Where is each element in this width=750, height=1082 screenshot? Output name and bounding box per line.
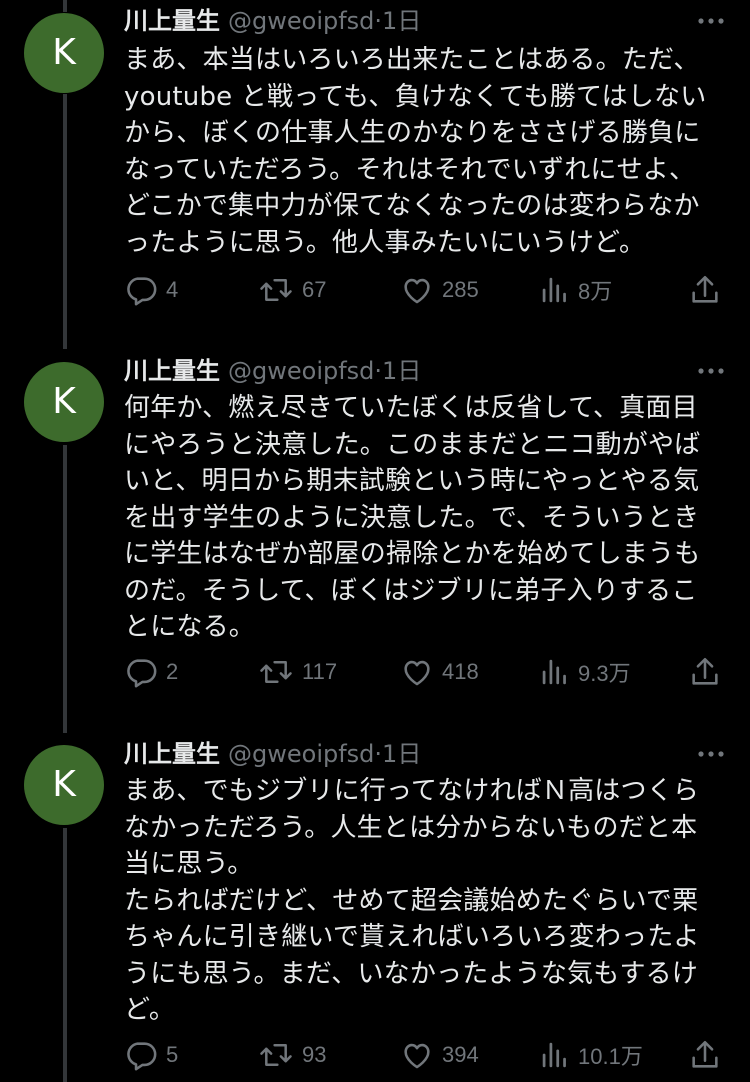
reply-icon bbox=[124, 273, 158, 307]
reply-count: 5 bbox=[166, 1042, 179, 1067]
retweet-button[interactable]: 93 bbox=[258, 1035, 326, 1075]
views-count: 10.1万 bbox=[578, 1044, 643, 1069]
more-icon[interactable] bbox=[696, 4, 726, 38]
tweet-header: 川上量生 @gweoipfsd·1日 bbox=[124, 354, 726, 388]
more-icon[interactable] bbox=[696, 737, 726, 771]
views-button[interactable]: 9.3万 bbox=[540, 652, 631, 692]
retweet-count: 67 bbox=[302, 277, 327, 302]
retweet-icon bbox=[258, 273, 294, 307]
share-button[interactable] bbox=[688, 270, 722, 310]
like-count: 418 bbox=[442, 659, 479, 684]
like-button[interactable]: 394 bbox=[400, 1035, 479, 1075]
separator-dot: · bbox=[374, 357, 383, 385]
views-icon bbox=[540, 273, 570, 307]
like-icon bbox=[400, 273, 434, 307]
tweet-header: 川上量生 @gweoipfsd·1日 bbox=[124, 4, 726, 38]
reply-count: 2 bbox=[166, 659, 179, 684]
tweet[interactable]: K 川上量生 @gweoipfsd·1日 何年か、燃え尽きていたぼくは反省して、真… bbox=[0, 350, 750, 733]
author-handle[interactable]: @gweoipfsd bbox=[228, 357, 374, 385]
more-icon[interactable] bbox=[696, 354, 726, 388]
share-icon bbox=[688, 1038, 722, 1072]
views-icon bbox=[540, 1038, 570, 1072]
timestamp[interactable]: 1日 bbox=[382, 357, 421, 385]
share-icon bbox=[688, 655, 722, 689]
retweet-count: 93 bbox=[302, 1042, 327, 1067]
like-count: 394 bbox=[442, 1042, 479, 1067]
avatar[interactable]: K bbox=[24, 362, 104, 442]
author-name[interactable]: 川上量生 bbox=[124, 7, 220, 35]
timestamp[interactable]: 1日 bbox=[382, 740, 421, 768]
retweet-icon bbox=[258, 655, 294, 689]
author-handle[interactable]: @gweoipfsd bbox=[228, 740, 374, 768]
tweet-actions: 4 67 285 8万 bbox=[124, 270, 724, 310]
reply-count: 4 bbox=[166, 277, 179, 302]
reply-icon bbox=[124, 1038, 158, 1072]
views-button[interactable]: 8万 bbox=[540, 270, 612, 310]
retweet-button[interactable]: 117 bbox=[258, 652, 337, 692]
views-button[interactable]: 10.1万 bbox=[540, 1035, 643, 1075]
like-button[interactable]: 285 bbox=[400, 270, 479, 310]
tweet[interactable]: K 川上量生 @gweoipfsd·1日 まあ、でもジブリに行ってなければＮ高はつ… bbox=[0, 733, 750, 1082]
tweet-text: まあ、でもジブリに行ってなければＮ高はつくら なかっただろう。人生とは分からない… bbox=[124, 776, 700, 1025]
like-icon bbox=[400, 1038, 434, 1072]
like-button[interactable]: 418 bbox=[400, 652, 479, 692]
share-button[interactable] bbox=[688, 652, 722, 692]
reply-icon bbox=[124, 655, 158, 689]
avatar[interactable]: K bbox=[24, 745, 104, 825]
reply-button[interactable]: 2 bbox=[124, 652, 178, 692]
avatar[interactable]: K bbox=[24, 13, 104, 93]
views-count: 8万 bbox=[578, 279, 613, 304]
like-icon bbox=[400, 655, 434, 689]
views-count: 9.3万 bbox=[578, 661, 631, 686]
tweet-header: 川上量生 @gweoipfsd·1日 bbox=[124, 737, 726, 771]
author-name[interactable]: 川上量生 bbox=[124, 740, 220, 768]
tweet-actions: 2 117 418 9.3万 bbox=[124, 652, 724, 692]
separator-dot: · bbox=[374, 740, 383, 768]
reply-button[interactable]: 5 bbox=[124, 1035, 178, 1075]
tweet-text: まあ、本当はいろいろ出来たことはある。ただ、 youtube と戦っても、負けな… bbox=[124, 45, 707, 258]
tweet[interactable]: K 川上量生 @gweoipfsd·1日 まあ、本当はいろいろ出来たことはある。た… bbox=[0, 0, 750, 350]
views-icon bbox=[540, 655, 570, 689]
author-name[interactable]: 川上量生 bbox=[124, 357, 220, 385]
retweet-count: 117 bbox=[302, 659, 338, 684]
author-handle[interactable]: @gweoipfsd bbox=[228, 7, 374, 35]
separator-dot: · bbox=[374, 7, 383, 35]
tweet-actions: 5 93 394 10.1万 bbox=[124, 1035, 724, 1075]
timestamp[interactable]: 1日 bbox=[382, 7, 421, 35]
tweet-text: 何年か、燃え尽きていたぼくは反省して、真面目 にやろうと決意した。このままだとニ… bbox=[124, 393, 701, 642]
share-button[interactable] bbox=[688, 1035, 722, 1075]
share-icon bbox=[688, 273, 722, 307]
retweet-button[interactable]: 67 bbox=[258, 270, 326, 310]
retweet-icon bbox=[258, 1038, 294, 1072]
reply-button[interactable]: 4 bbox=[124, 270, 178, 310]
like-count: 285 bbox=[442, 277, 479, 302]
